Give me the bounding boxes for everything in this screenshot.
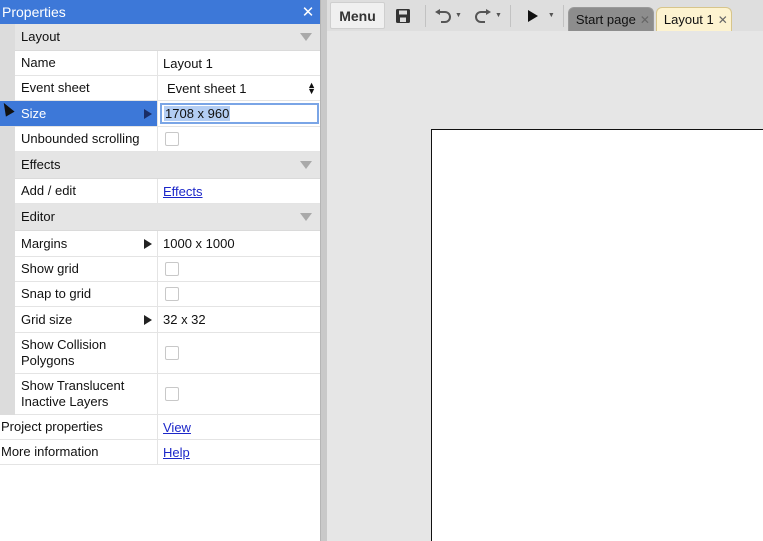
name-value[interactable]: Layout 1 xyxy=(158,51,320,75)
size-value: 1708 x 960 xyxy=(164,106,231,121)
effects-link[interactable]: Effects xyxy=(163,184,203,199)
section-effects-label: Effects xyxy=(21,157,61,172)
property-row-margins[interactable]: Margins 1000 x 1000 xyxy=(0,231,320,257)
section-layout-label: Layout xyxy=(21,29,61,44)
collapse-arrow-icon[interactable] xyxy=(300,33,312,41)
property-label: Project properties xyxy=(0,415,158,439)
property-label: Show Translucent Inactive Layers xyxy=(0,374,158,414)
size-label: Size xyxy=(21,105,47,121)
property-label: Show Collision Polygons xyxy=(0,333,158,373)
properties-title: Properties xyxy=(2,4,66,20)
save-icon[interactable] xyxy=(395,8,411,24)
properties-header: Properties ✕ xyxy=(0,0,320,24)
panel-splitter[interactable] xyxy=(320,0,327,541)
tab-layout-1[interactable]: Layout 1 ✕ xyxy=(655,7,732,31)
property-row-show-translucent-layers[interactable]: Show Translucent Inactive Layers xyxy=(0,374,320,415)
close-icon[interactable]: ✕ xyxy=(718,13,728,27)
tab-label: Start page xyxy=(575,12,636,27)
undo-dropdown-icon[interactable]: ▼ xyxy=(455,12,462,19)
property-label: Snap to grid xyxy=(0,282,158,306)
section-effects[interactable]: Effects xyxy=(0,152,320,179)
expand-arrow-icon[interactable] xyxy=(144,314,152,325)
property-row-show-grid[interactable]: Show grid xyxy=(0,257,320,282)
expand-arrow-icon[interactable] xyxy=(144,238,152,249)
toolbar-divider xyxy=(425,4,426,27)
grid-size-label: Grid size xyxy=(21,311,73,327)
section-editor-label: Editor xyxy=(21,209,55,224)
property-row-project-properties[interactable]: Project properties View xyxy=(0,415,320,440)
unbounded-scrolling-checkbox[interactable] xyxy=(165,132,179,146)
show-collision-polygons-checkbox[interactable] xyxy=(165,346,179,360)
undo-icon[interactable] xyxy=(434,8,452,23)
main-toolbar: Menu ▼ ▼ ▼ Start page ✕ Layout 1 ✕ xyxy=(327,0,763,31)
toolbar-divider xyxy=(509,4,511,27)
size-input[interactable]: 1708 x 960 xyxy=(160,103,319,124)
property-label: Margins xyxy=(0,231,158,256)
play-dropdown-icon[interactable]: ▼ xyxy=(548,12,555,19)
tab-start-page[interactable]: Start page ✕ xyxy=(567,7,654,31)
event-sheet-select[interactable]: Event sheet 1 ▲ ▼ xyxy=(163,81,320,96)
property-row-show-collision-polygons[interactable]: Show Collision Polygons xyxy=(0,333,320,374)
property-label: Name xyxy=(0,51,158,75)
property-label: Add / edit xyxy=(0,179,158,203)
show-grid-checkbox[interactable] xyxy=(165,262,179,276)
property-label: Size xyxy=(0,101,158,126)
close-icon[interactable]: ✕ xyxy=(296,3,320,21)
property-row-more-information[interactable]: More information Help xyxy=(0,440,320,465)
margins-value[interactable]: 1000 x 1000 xyxy=(158,231,320,256)
expand-arrow-icon[interactable] xyxy=(144,108,152,119)
property-row-unbounded-scrolling[interactable]: Unbounded scrolling xyxy=(0,127,320,152)
property-label: Show grid xyxy=(0,257,158,281)
collapse-arrow-icon[interactable] xyxy=(300,161,312,169)
property-row-name[interactable]: Name Layout 1 xyxy=(0,51,320,76)
tab-label: Layout 1 xyxy=(663,12,714,27)
section-layout[interactable]: Layout xyxy=(0,24,320,51)
property-label: More information xyxy=(0,440,158,464)
event-sheet-value: Event sheet 1 xyxy=(167,80,247,96)
play-icon[interactable] xyxy=(527,9,539,22)
property-row-grid-size[interactable]: Grid size 32 x 32 xyxy=(0,307,320,333)
property-label: Event sheet xyxy=(0,76,158,100)
menu-button[interactable]: Menu xyxy=(330,2,385,29)
property-label: Grid size xyxy=(0,307,158,332)
layout-view[interactable] xyxy=(327,31,763,541)
layout-surface[interactable] xyxy=(431,129,763,541)
view-link[interactable]: View xyxy=(163,420,191,435)
property-row-add-edit[interactable]: Add / edit Effects xyxy=(0,179,320,204)
toolbar-divider xyxy=(562,4,564,27)
grid-size-value[interactable]: 32 x 32 xyxy=(158,307,320,332)
redo-icon[interactable] xyxy=(474,8,492,23)
property-row-size[interactable]: Size 1708 x 960 xyxy=(0,101,320,127)
property-label: Unbounded scrolling xyxy=(0,127,158,151)
section-editor[interactable]: Editor xyxy=(0,204,320,231)
redo-dropdown-icon[interactable]: ▼ xyxy=(495,12,502,19)
select-updown-icon: ▲ ▼ xyxy=(307,80,316,96)
properties-panel: Properties ✕ Layout Name Layout 1 Event … xyxy=(0,0,320,541)
property-row-event-sheet[interactable]: Event sheet Event sheet 1 ▲ ▼ xyxy=(0,76,320,101)
snap-to-grid-checkbox[interactable] xyxy=(165,287,179,301)
margins-label: Margins xyxy=(21,235,68,251)
collapse-arrow-icon[interactable] xyxy=(300,213,312,221)
help-link[interactable]: Help xyxy=(163,445,190,460)
close-icon[interactable]: ✕ xyxy=(640,13,650,27)
property-row-snap-to-grid[interactable]: Snap to grid xyxy=(0,282,320,307)
show-translucent-layers-checkbox[interactable] xyxy=(165,387,179,401)
